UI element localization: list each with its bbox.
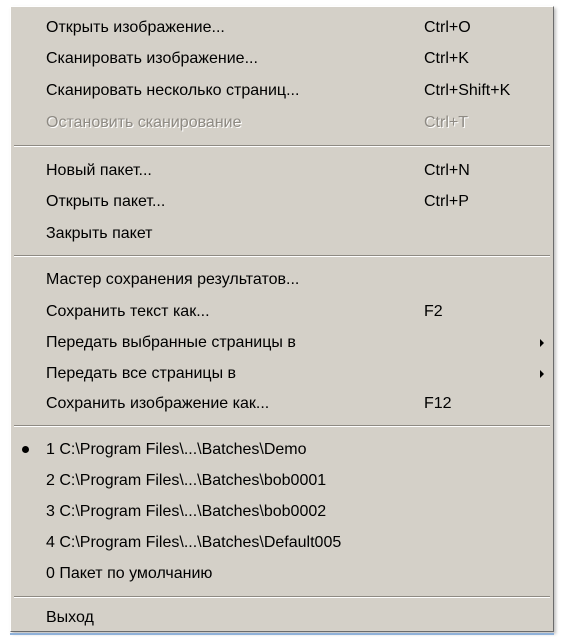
menu-item-shortcut: Ctrl+N: [424, 162, 470, 179]
menu-item-label: 3 C:\Program Files\...\Batches\bob0002: [46, 503, 327, 520]
menu-item-close-batch[interactable]: Закрыть пакет: [11, 220, 553, 248]
menu-item-stop-scanning: Остановить сканирование Ctrl+T: [11, 109, 553, 137]
menu-separator: [14, 425, 550, 427]
menu-item-shortcut: Ctrl+K: [424, 50, 469, 67]
menu-item-label: 1 C:\Program Files\...\Batches\Demo: [46, 441, 307, 458]
menu-separator: [14, 255, 550, 257]
menu-item-open-image[interactable]: Открыть изображение... Ctrl+O: [11, 14, 553, 42]
menu-item-shortcut: Ctrl+T: [424, 114, 468, 131]
menu-item-label: Остановить сканирование: [46, 114, 242, 131]
menu-item-label: Сканировать несколько страниц...: [46, 82, 300, 99]
menu-item-label: 2 C:\Program Files\...\Batches\bob0001: [46, 472, 327, 489]
menu-item-label: Выход: [46, 609, 94, 626]
menu-separator: [14, 596, 550, 598]
menu-item-shortcut: F2: [424, 303, 443, 320]
menu-item-label: Открыть пакет...: [46, 193, 166, 210]
file-menu: Открыть изображение... Ctrl+O Сканироват…: [10, 6, 554, 632]
menu-separator: [14, 145, 550, 147]
menu-item-label: Передать выбранные страницы в: [46, 334, 296, 351]
menu-item-label: Сохранить текст как...: [46, 303, 210, 320]
menu-item-shortcut: Ctrl+O: [424, 19, 471, 36]
menu-item-label: Новый пакет...: [46, 162, 152, 179]
menu-item-label: Закрыть пакет: [46, 225, 153, 242]
menu-item-scan-image[interactable]: Сканировать изображение... Ctrl+K: [11, 45, 553, 73]
menu-item-send-all-pages[interactable]: Передать все страницы в: [11, 360, 553, 388]
menu-item-exit[interactable]: Выход: [11, 604, 553, 632]
menu-item-shortcut: Ctrl+P: [424, 193, 469, 210]
submenu-arrow-icon: [540, 370, 544, 378]
menu-item-new-batch[interactable]: Новый пакет... Ctrl+N: [11, 157, 553, 185]
menu-item-save-text-as[interactable]: Сохранить текст как... F2: [11, 298, 553, 326]
menu-item-send-selected-pages[interactable]: Передать выбранные страницы в: [11, 329, 553, 357]
menu-item-label: Сканировать изображение...: [46, 50, 258, 67]
menu-item-label: Открыть изображение...: [46, 19, 225, 36]
menu-item-save-image-as[interactable]: Сохранить изображение как... F12: [11, 390, 553, 418]
submenu-arrow-icon: [540, 339, 544, 347]
menu-item-default-batch[interactable]: 0 Пакет по умолчанию: [11, 560, 553, 588]
menu-item-label: 0 Пакет по умолчанию: [46, 565, 213, 582]
menu-item-recent-batch-1[interactable]: 1 C:\Program Files\...\Batches\Demo: [11, 436, 553, 464]
menu-item-label: Передать все страницы в: [46, 365, 237, 382]
menu-item-label: Мастер сохранения результатов...: [46, 271, 300, 288]
menu-item-label: 4 C:\Program Files\...\Batches\Default00…: [46, 534, 342, 551]
window-edge: [10, 633, 554, 635]
radio-bullet-icon: [22, 446, 29, 453]
menu-item-shortcut: F12: [424, 395, 452, 412]
menu-item-recent-batch-2[interactable]: 2 C:\Program Files\...\Batches\bob0001: [11, 467, 553, 495]
menu-item-recent-batch-4[interactable]: 4 C:\Program Files\...\Batches\Default00…: [11, 529, 553, 557]
menu-item-recent-batch-3[interactable]: 3 C:\Program Files\...\Batches\bob0002: [11, 498, 553, 526]
menu-item-save-results-wizard[interactable]: Мастер сохранения результатов...: [11, 266, 553, 294]
menu-item-open-batch[interactable]: Открыть пакет... Ctrl+P: [11, 188, 553, 216]
menu-item-scan-multiple-pages[interactable]: Сканировать несколько страниц... Ctrl+Sh…: [11, 77, 553, 105]
menu-item-shortcut: Ctrl+Shift+K: [424, 82, 511, 99]
menu-item-label: Сохранить изображение как...: [46, 395, 270, 412]
